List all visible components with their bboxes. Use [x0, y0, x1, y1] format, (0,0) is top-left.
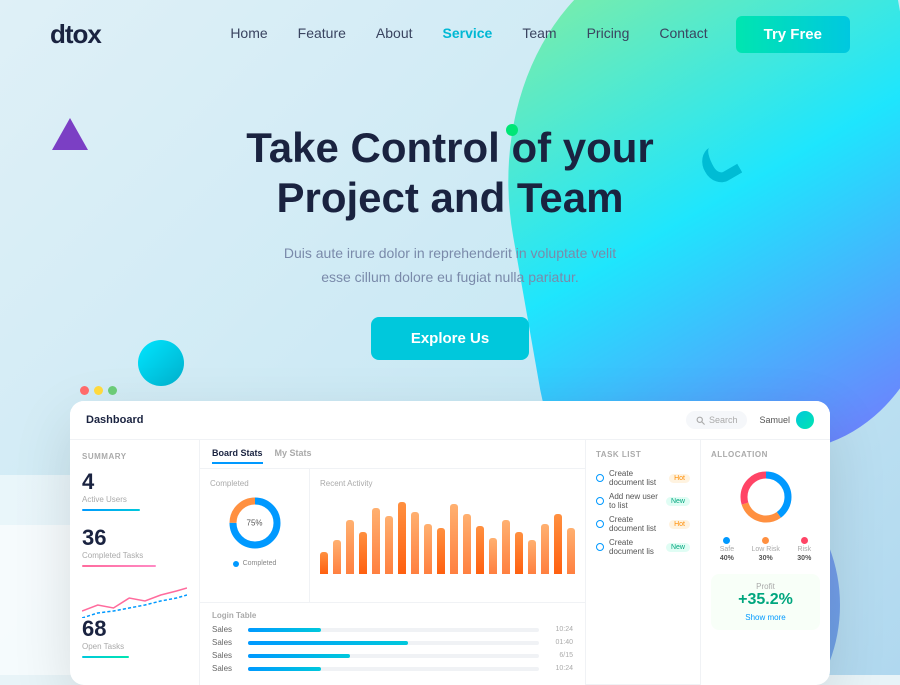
stat-active-users: 4 Active Users [82, 471, 187, 511]
alloc-donut [711, 467, 820, 527]
dashboard-preview: Dashboard Search Samuel SUMMARY 4 Activ [70, 386, 830, 685]
stat-open-tasks: 68 Open Tasks [82, 618, 187, 658]
tab-my-stats[interactable]: My Stats [275, 448, 312, 464]
task-item: Create document lis New [596, 538, 690, 556]
user-avatar [796, 411, 814, 429]
stat-bar-pink [82, 565, 156, 567]
bar-item [502, 520, 510, 574]
list-item: Sales 01:40 [212, 638, 573, 647]
donut-legend: Completed [233, 560, 277, 567]
nav-item-team[interactable]: Team [522, 25, 556, 43]
nav-item-about[interactable]: About [376, 25, 413, 43]
stat-bar-blue [82, 509, 140, 511]
allocation-panel: ALLOCATION Safe 40% [700, 440, 830, 685]
legend-item-completed: Completed [233, 560, 277, 567]
close-dot [80, 386, 89, 395]
nav-item-contact[interactable]: Contact [659, 25, 707, 43]
bar-item [411, 512, 419, 574]
logo: dtox [50, 19, 101, 50]
list-item: Sales 6/15 [212, 651, 573, 660]
stat-completed-tasks: 36 Completed Tasks [82, 527, 187, 567]
legend-safe: Safe 40% [720, 537, 734, 562]
dashboard-user: Samuel [759, 411, 814, 429]
task-list: Task List Create document list Hot Add n… [586, 440, 700, 685]
bar-item [450, 504, 458, 574]
list-item: Sales 10:24 [212, 625, 573, 634]
task-item: Create document list Hot [596, 515, 690, 533]
list-area: Login Table Sales 10:24 Sales 01:40 Sale… [200, 602, 585, 685]
tab-board-stats[interactable]: Board Stats [212, 448, 263, 464]
navbar: dtox Home Feature About Service Team Pri… [0, 0, 900, 68]
window-dots [70, 386, 830, 395]
tasks-panel: Task List Create document list Hot Add n… [586, 440, 700, 685]
bar-item [424, 524, 432, 574]
bar-item [476, 526, 484, 574]
minimize-dot [94, 386, 103, 395]
dashboard-title: Dashboard [86, 414, 143, 426]
dashboard-body: SUMMARY 4 Active Users 36 Completed Task… [70, 440, 830, 685]
show-more-button[interactable]: Show more [745, 613, 785, 622]
bar-item [333, 540, 341, 574]
nav-item-home[interactable]: Home [230, 25, 267, 43]
hero-title: Take Control of your Project and Team [0, 123, 900, 224]
nav-item-service[interactable]: Service [443, 25, 493, 43]
bar-item [359, 532, 367, 574]
bar-item [320, 552, 328, 574]
list-item: Sales 10:24 [212, 664, 573, 673]
bar-item [437, 528, 445, 574]
bar-item [541, 524, 549, 574]
bar-chart [320, 494, 575, 574]
hero-subtitle: Duis aute irure dolor in reprehenderit i… [270, 242, 630, 290]
hero-section: Take Control of your Project and Team Du… [0, 68, 900, 360]
bar-item [567, 528, 575, 574]
donut-center: 75% [246, 519, 262, 528]
bar-item [372, 508, 380, 574]
dashboard-topbar: Dashboard Search Samuel [70, 401, 830, 440]
task-item: Add new user to list New [596, 492, 690, 510]
nav-item-feature[interactable]: Feature [298, 25, 346, 43]
mini-line-chart [82, 583, 187, 618]
stat-bar-teal [82, 656, 129, 658]
nav-item-pricing[interactable]: Pricing [587, 25, 630, 43]
bar-item [528, 540, 536, 574]
legend-low-risk: Low Risk 30% [751, 537, 779, 562]
legend-risk: Risk 30% [797, 537, 811, 562]
middle-panel: Board Stats My Stats Completed [200, 440, 586, 685]
bar-item [346, 520, 354, 574]
summary-panel: SUMMARY 4 Active Users 36 Completed Task… [70, 440, 200, 685]
bar-item [398, 502, 406, 574]
donut-area: Completed 75% [200, 469, 310, 602]
task-item: Create document list Hot [596, 469, 690, 487]
summary-label: SUMMARY [82, 452, 187, 461]
bar-item [489, 538, 497, 574]
bar-item [554, 514, 562, 574]
maximize-dot [108, 386, 117, 395]
profit-box: Profit +35.2% Show more [711, 574, 820, 630]
list-column: Login Table Sales 10:24 Sales 01:40 Sale… [212, 611, 573, 677]
search-icon [696, 416, 705, 425]
bar-chart-area: Recent Activity [310, 469, 585, 602]
try-free-button[interactable]: Try Free [736, 16, 850, 53]
alloc-legend: Safe 40% Low Risk 30% Risk 30% [711, 537, 820, 562]
dashboard-search[interactable]: Search [686, 411, 748, 429]
bar-item [385, 516, 393, 574]
bar-item [463, 514, 471, 574]
nav-links: Home Feature About Service Team Pricing … [230, 25, 707, 43]
donut-chart: 75% [226, 494, 284, 552]
dashboard-tabs: Board Stats My Stats [200, 440, 585, 469]
bar-item [515, 532, 523, 574]
charts-row: Completed 75% [200, 469, 585, 602]
dashboard-card: Dashboard Search Samuel SUMMARY 4 Activ [70, 401, 830, 685]
explore-button[interactable]: Explore Us [371, 317, 529, 360]
